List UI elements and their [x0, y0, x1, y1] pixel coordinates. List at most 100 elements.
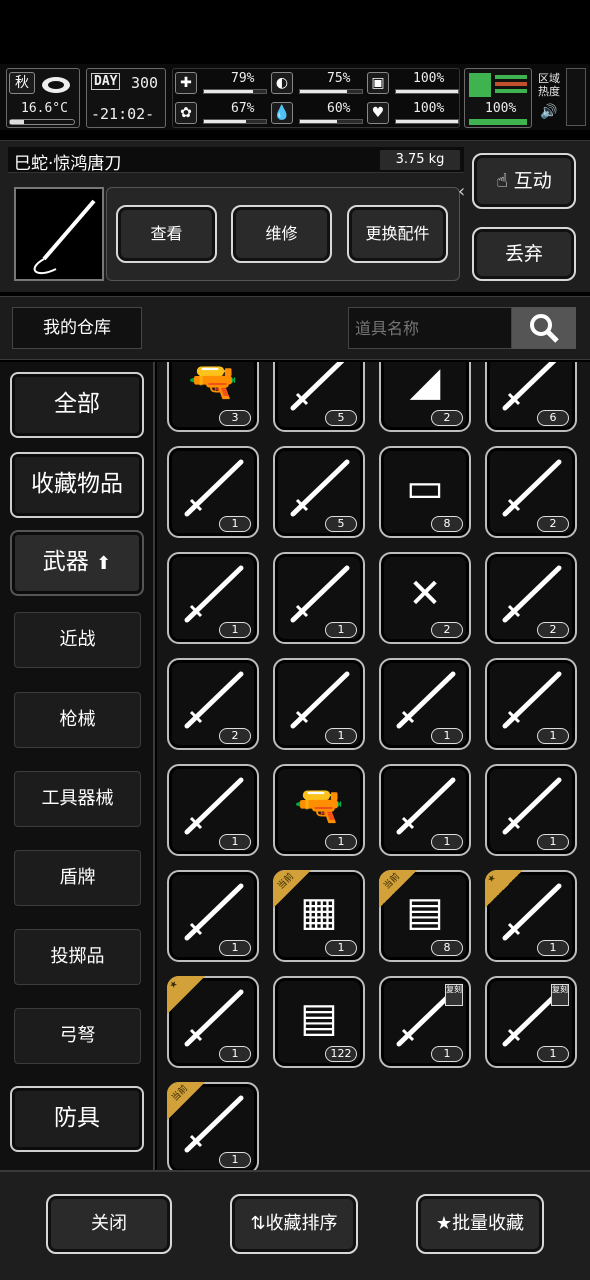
grid-item[interactable]: ▭ 8 [379, 446, 471, 538]
thirst-bar [299, 119, 363, 124]
category-weapons[interactable]: 武器 ⬆ [10, 530, 144, 596]
category-weapons-label: 武器 [42, 549, 89, 575]
change-parts-button[interactable]: 更换配件 [347, 205, 448, 263]
item-count: 8 [431, 516, 463, 532]
grid-item[interactable]: 2 [485, 552, 577, 644]
category-armor[interactable]: 防具 [10, 1086, 144, 1152]
chevron-left-icon[interactable]: ‹ [458, 181, 465, 202]
item-count: 1 [431, 834, 463, 850]
grid-item[interactable]: ▦ 当前 1 [273, 870, 365, 962]
grid-item[interactable]: 1 [167, 552, 259, 644]
item-count: 6 [537, 410, 569, 426]
sort-icon: ⇅ [250, 1213, 266, 1234]
hunger-bar [299, 89, 363, 94]
grid-item[interactable]: 1 [273, 658, 365, 750]
grid-item[interactable]: ◢ 2 [379, 362, 471, 432]
grid-item[interactable]: ★ 1 [167, 976, 259, 1068]
grid-item[interactable]: ▤ 122 [273, 976, 365, 1068]
view-button[interactable]: 查看 [116, 205, 217, 263]
item-count: 2 [431, 410, 463, 426]
heart-icon: ♥ [367, 102, 389, 124]
grid-item[interactable]: 🔫 3 [167, 362, 259, 432]
region-heat-label: 区域热度 [538, 72, 560, 98]
subcategory-bows[interactable]: 弓弩 [14, 1008, 141, 1064]
grid-item[interactable]: 2 [485, 446, 577, 538]
item-weight: 3.75 kg [380, 150, 460, 170]
grid-item[interactable]: 5 [273, 362, 365, 432]
grid-item[interactable]: 1 [167, 870, 259, 962]
subcategory-firearms[interactable]: 枪械 [14, 692, 141, 748]
thirst-value: 60% [327, 101, 351, 116]
search-button[interactable] [512, 307, 576, 349]
grid-item[interactable]: 当前 1 [167, 1082, 259, 1170]
rifle-icon [495, 774, 567, 838]
grid-item[interactable]: 5 [273, 446, 365, 538]
grid-item[interactable]: 复刻 1 [379, 976, 471, 1068]
item-thumbnail [14, 187, 104, 281]
item-count: 1 [219, 834, 251, 850]
grid-item[interactable]: 1 [485, 764, 577, 856]
heat-gauge [566, 68, 586, 126]
subcategory-shields[interactable]: 盾牌 [14, 850, 141, 906]
subcategory-throwables[interactable]: 投掷品 [14, 929, 141, 985]
warehouse-tab[interactable]: 我的仓库 [12, 307, 142, 349]
grid-item[interactable]: 复刻 1 [485, 976, 577, 1068]
subcategory-tools[interactable]: 工具器械 [14, 771, 141, 827]
category-favorites[interactable]: 收藏物品 [10, 452, 144, 518]
repair-button[interactable]: 维修 [231, 205, 332, 263]
weather-panel[interactable]: 秋 16.6°C [6, 68, 80, 128]
grid-item[interactable]: ★ 1 [485, 870, 577, 962]
grid-item[interactable]: 1 [273, 552, 365, 644]
item-count: 1 [537, 728, 569, 744]
search-icon [530, 314, 559, 343]
katana-icon [177, 562, 249, 626]
item-count: 1 [537, 940, 569, 956]
shovel-icon [177, 668, 249, 732]
knife-icon [495, 362, 567, 414]
weather-icon [42, 77, 70, 93]
item-name: 巳蛇·惊鸿唐刀 [14, 154, 122, 174]
grid-item[interactable]: ▤ 当前 8 [379, 870, 471, 962]
lung-icon: ▣ [367, 72, 389, 94]
grid-item[interactable]: 1 [167, 446, 259, 538]
item-count: 2 [431, 622, 463, 638]
boot-icon [469, 73, 491, 97]
sword-icon [177, 456, 249, 520]
sort-favorites-button[interactable]: ⇅收藏排序 [230, 1194, 358, 1254]
hunger-value: 75% [327, 71, 351, 86]
temperature-text: 16.6°C [21, 101, 68, 116]
grid-item[interactable]: 1 [167, 764, 259, 856]
mood-bar [203, 119, 267, 124]
category-all[interactable]: 全部 [10, 372, 144, 438]
star-icon: ★ [435, 1213, 453, 1234]
current-badge: 当前 [167, 1082, 205, 1120]
item-count: 2 [219, 728, 251, 744]
interact-button[interactable]: ☝ 互动 [472, 153, 576, 209]
grid-item[interactable]: ✕ 2 [379, 552, 471, 644]
bottom-bar: 关闭 ⇅收藏排序 ★批量收藏 [0, 1170, 590, 1280]
season-badge: 秋 [9, 72, 35, 94]
status-bar: 秋 16.6°C DAY 300 -21:02- ✚ 79% ◐ 75% ▣ 1… [0, 64, 590, 130]
search-row: 我的仓库 [0, 296, 590, 360]
hand-icon: ☝ [496, 170, 508, 192]
close-button[interactable]: 关闭 [46, 1194, 172, 1254]
battery-value: 100% [485, 101, 517, 116]
grid-item[interactable]: 🔫 1 [273, 764, 365, 856]
grid-item[interactable]: 1 [379, 658, 471, 750]
subcategory-melee[interactable]: 近战 [14, 612, 141, 668]
item-count: 1 [219, 1152, 251, 1168]
health-value: 79% [231, 71, 255, 86]
interact-label: 互动 [513, 170, 552, 192]
grid-item[interactable]: 2 [167, 658, 259, 750]
grid-item[interactable]: 6 [485, 362, 577, 432]
grid-item[interactable]: 1 [379, 764, 471, 856]
assault-rifle-icon [177, 880, 249, 944]
big-machete-icon [495, 562, 567, 626]
search-input[interactable] [348, 307, 512, 349]
speaker-icon[interactable]: 🔊 [540, 104, 557, 120]
discard-button[interactable]: 丢弃 [472, 227, 576, 281]
item-count: 2 [537, 622, 569, 638]
battery-bar [469, 119, 527, 125]
batch-favorite-button[interactable]: ★批量收藏 [416, 1194, 544, 1254]
grid-item[interactable]: 1 [485, 658, 577, 750]
